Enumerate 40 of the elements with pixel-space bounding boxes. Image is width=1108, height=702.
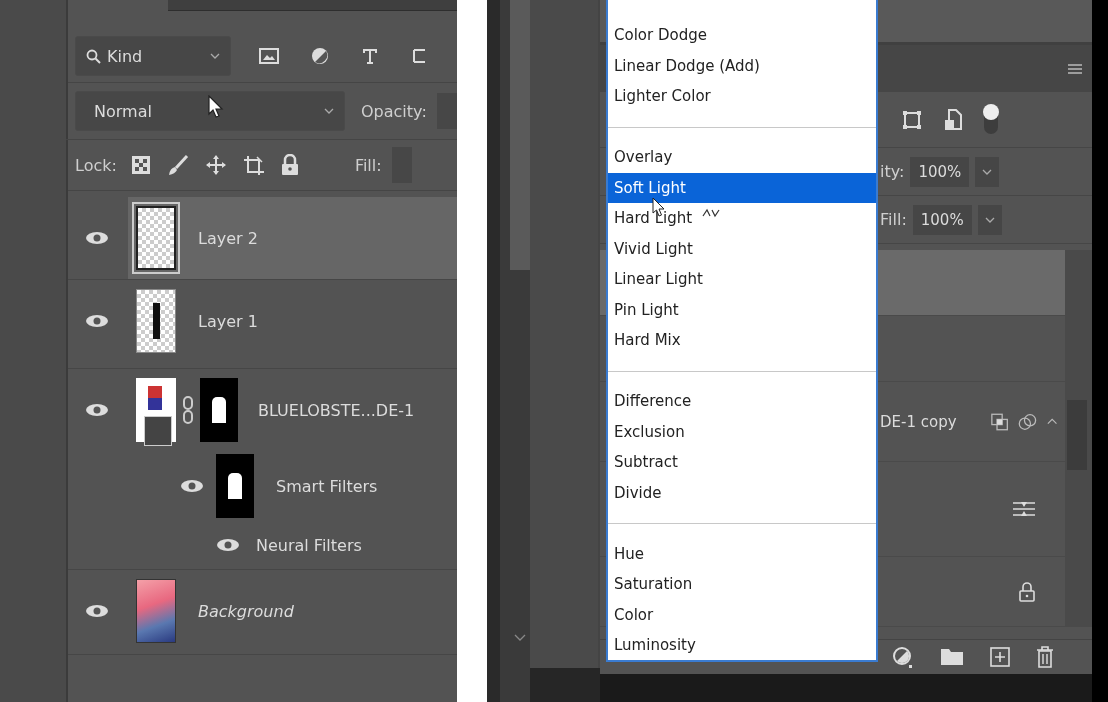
menu-item[interactable]: Pin Light bbox=[608, 294, 876, 325]
menu-item[interactable]: Divide bbox=[608, 477, 876, 508]
menu-item[interactable]: Exclusion bbox=[608, 416, 876, 447]
menu-item[interactable]: Color Dodge bbox=[608, 20, 876, 51]
fill-label: Fill: bbox=[880, 210, 907, 229]
fill-field[interactable]: 100% bbox=[912, 204, 972, 235]
layer-row[interactable]: BLUELOBSTE...DE-1 Smart Filters Neural Filters bbox=[128, 369, 457, 569]
menu-item[interactable]: Difference bbox=[608, 386, 876, 417]
opacity-label: Opacity: bbox=[361, 101, 427, 121]
layer-name: BLUELOBSTE...DE-1 bbox=[258, 400, 415, 420]
blend-mode-value: Normal bbox=[94, 101, 152, 121]
fill-label: Fill: bbox=[354, 155, 382, 175]
menu-item[interactable]: Linear Light bbox=[608, 264, 876, 295]
menu-item[interactable]: Luminosity bbox=[608, 630, 876, 661]
layer-name: Background bbox=[198, 601, 294, 621]
filter-dropdown[interactable]: Kind bbox=[75, 36, 231, 76]
layer-name: Layer 1 bbox=[198, 311, 258, 331]
layer-row[interactable]: Layer 1 bbox=[128, 280, 457, 368]
layer-name: DE-1 copy bbox=[880, 412, 957, 431]
menu-item[interactable]: Hard Mix bbox=[608, 325, 876, 356]
lock-label: Lock: bbox=[75, 155, 117, 175]
blend-mode-dropdown[interactable]: Normal bbox=[75, 91, 345, 131]
menu-item[interactable]: Vivid Light bbox=[608, 233, 876, 264]
menu-item[interactable]: Hard Light bbox=[608, 203, 876, 234]
filter-name: Neural Filters bbox=[256, 535, 362, 555]
layer-row[interactable]: Background bbox=[128, 570, 457, 654]
menu-item[interactable]: Soft Light bbox=[608, 172, 876, 203]
layer-name: Layer 2 bbox=[198, 228, 258, 248]
menu-item[interactable]: Lighter Color bbox=[608, 81, 876, 112]
menu-item[interactable]: Color bbox=[608, 599, 876, 630]
layer-row[interactable]: Layer 2 bbox=[128, 197, 457, 279]
menu-item[interactable]: Hue bbox=[608, 538, 876, 569]
menu-item[interactable]: Linear Dodge (Add) bbox=[608, 50, 876, 81]
menu-item[interactable]: Overlay bbox=[608, 142, 876, 173]
menu-item[interactable]: Saturation bbox=[608, 569, 876, 600]
menu-item[interactable]: Subtract bbox=[608, 447, 876, 478]
filter-value: Kind bbox=[107, 46, 143, 66]
filter-name: Smart Filters bbox=[276, 476, 378, 496]
opacity-label: ity: bbox=[880, 162, 905, 181]
opacity-field[interactable]: 100% bbox=[910, 156, 970, 187]
